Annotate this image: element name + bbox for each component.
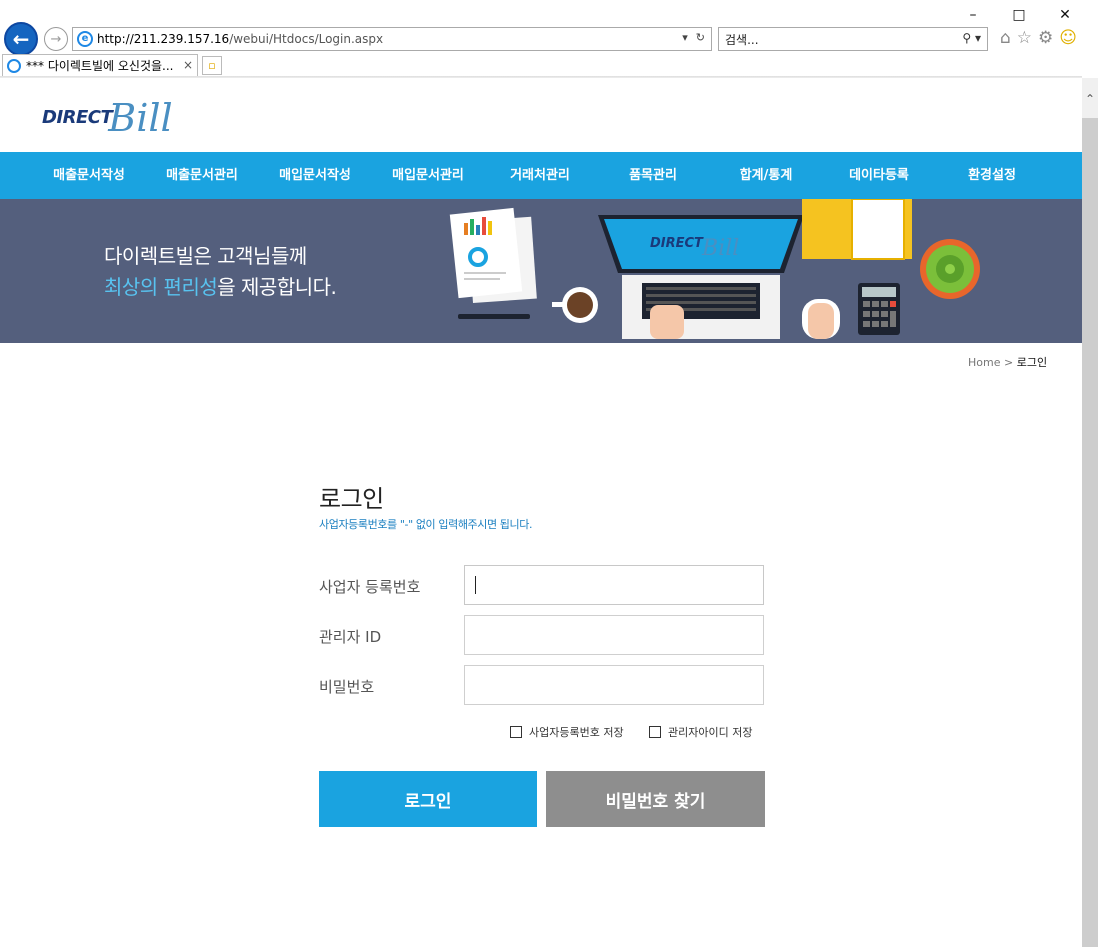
nav-item-purchase-manage[interactable]: 매입문서관리 — [392, 152, 464, 199]
banner-headline: 다이렉트빌은 고객님들께 — [104, 244, 307, 268]
breadcrumb: Home > 로그인 — [968, 354, 1047, 370]
logo[interactable]: DIRECT Bill — [42, 96, 173, 140]
tab-close-icon[interactable]: × — [183, 58, 193, 72]
nav-item-clients[interactable]: 거래처관리 — [510, 152, 570, 199]
nav-item-sales-manage[interactable]: 매출문서관리 — [166, 152, 238, 199]
save-biz-number-checkbox[interactable]: 사업자등록번호 저장 — [510, 724, 624, 740]
favorites-star-icon[interactable]: ☆ — [1017, 28, 1032, 48]
page: DIRECT Bill 매출문서작성 매출문서관리 매입문서작성 매입문서관리 … — [0, 78, 1082, 947]
laptop-logo-direct: DIRECT — [650, 236, 704, 251]
ie-icon: e — [77, 31, 93, 47]
password-input[interactable] — [464, 665, 764, 705]
new-tab-icon[interactable]: ▫ — [202, 56, 222, 75]
browser-tab[interactable]: *** 다이렉트빌에 오신것을... × — [2, 54, 198, 76]
coffee-cup-icon — [552, 287, 598, 323]
hero-banner: 다이렉트빌은 고객님들께 최상의 편리성을 제공합니다. DIRECT Bill — [0, 199, 1082, 343]
refresh-icon[interactable]: ↻ — [696, 31, 705, 44]
nav-item-stats[interactable]: 합계/통계 — [740, 152, 793, 199]
minimize-button[interactable]: – — [950, 4, 996, 26]
plant-icon — [920, 239, 980, 299]
search-placeholder: 검색... — [725, 32, 759, 47]
pen-icon — [458, 314, 530, 319]
forward-arrow-icon[interactable]: → — [44, 27, 68, 51]
window-controls: – □ ✕ — [950, 4, 1088, 26]
banner-subheadline: 최상의 편리성을 제공합니다. — [104, 271, 337, 300]
nav-item-sales-write[interactable]: 매출문서작성 — [53, 152, 125, 199]
scroll-up-icon[interactable]: ⌃ — [1082, 78, 1098, 118]
login-button[interactable]: 로그인 — [319, 771, 537, 827]
home-icon[interactable]: ⌂ — [1000, 28, 1011, 48]
checkbox-icon[interactable] — [510, 726, 522, 738]
vertical-scrollbar[interactable]: ⌃ — [1082, 78, 1098, 947]
document-icon — [449, 207, 537, 303]
url-path: /webui/Htdocs/Login.aspx — [229, 32, 384, 46]
search-icon[interactable]: ⚲ ▾ — [962, 31, 981, 45]
back-arrow-icon[interactable]: ← — [4, 22, 38, 56]
browser-chrome: – □ ✕ ← → e http://211.239.157.16/webui/… — [0, 0, 1098, 80]
nav-item-purchase-write[interactable]: 매입문서작성 — [279, 152, 351, 199]
login-hint: 사업자등록번호를 "-" 없이 입력해주시면 됩니다. — [319, 518, 533, 531]
save-admin-id-label: 관리자아이디 저장 — [668, 726, 753, 739]
find-password-button[interactable]: 비밀번호 찾기 — [546, 771, 765, 827]
toolbar-icons: ⌂ ☆ ⚙ ☺ — [1000, 28, 1077, 48]
breadcrumb-current: 로그인 — [1016, 356, 1048, 369]
logo-direct: DIRECT — [42, 107, 113, 128]
folder-icon — [802, 199, 912, 260]
logo-bill: Bill — [108, 96, 173, 140]
biz-number-input[interactable] — [464, 565, 764, 605]
address-bar[interactable]: e http://211.239.157.16/webui/Htdocs/Log… — [72, 27, 712, 51]
dropdown-icon[interactable]: ▾ — [682, 31, 688, 44]
scroll-thumb[interactable] — [1082, 114, 1098, 947]
text-caret — [475, 576, 476, 594]
gear-icon[interactable]: ⚙ — [1038, 28, 1053, 48]
nav-item-settings[interactable]: 환경설정 — [968, 152, 1016, 199]
tab-title: *** 다이렉트빌에 오신것을... — [26, 59, 174, 73]
close-window-button[interactable]: ✕ — [1042, 4, 1088, 26]
save-biz-number-label: 사업자등록번호 저장 — [529, 726, 624, 739]
browser-search-box[interactable]: 검색... ⚲ ▾ — [718, 27, 988, 51]
password-label: 비밀번호 — [319, 678, 375, 696]
main-nav: 매출문서작성 매출문서관리 매입문서작성 매입문서관리 거래처관리 품목관리 합… — [0, 152, 1082, 199]
maximize-button[interactable]: □ — [996, 4, 1042, 26]
url-host: http://211.239.157.16 — [97, 32, 230, 46]
nav-item-items[interactable]: 품목관리 — [629, 152, 677, 199]
banner-rest: 을 제공합니다. — [217, 275, 337, 299]
smiley-icon[interactable]: ☺ — [1059, 28, 1077, 48]
page-title: 로그인 — [319, 485, 384, 513]
nav-item-data-register[interactable]: 데이타등록 — [849, 152, 909, 199]
banner-highlight: 최상의 편리성 — [104, 275, 218, 299]
checkbox-icon[interactable] — [649, 726, 661, 738]
breadcrumb-separator: > — [1003, 356, 1014, 369]
banner-illustration: DIRECT Bill — [449, 199, 980, 339]
ie-icon — [7, 58, 21, 73]
calculator-icon — [858, 283, 900, 335]
admin-id-input[interactable] — [464, 615, 764, 655]
laptop-logo-bill: Bill — [701, 236, 739, 261]
admin-id-label: 관리자 ID — [319, 628, 382, 646]
save-admin-id-checkbox[interactable]: 관리자아이디 저장 — [649, 724, 752, 740]
breadcrumb-home[interactable]: Home — [968, 356, 1000, 369]
biz-number-label: 사업자 등록번호 — [319, 578, 421, 596]
